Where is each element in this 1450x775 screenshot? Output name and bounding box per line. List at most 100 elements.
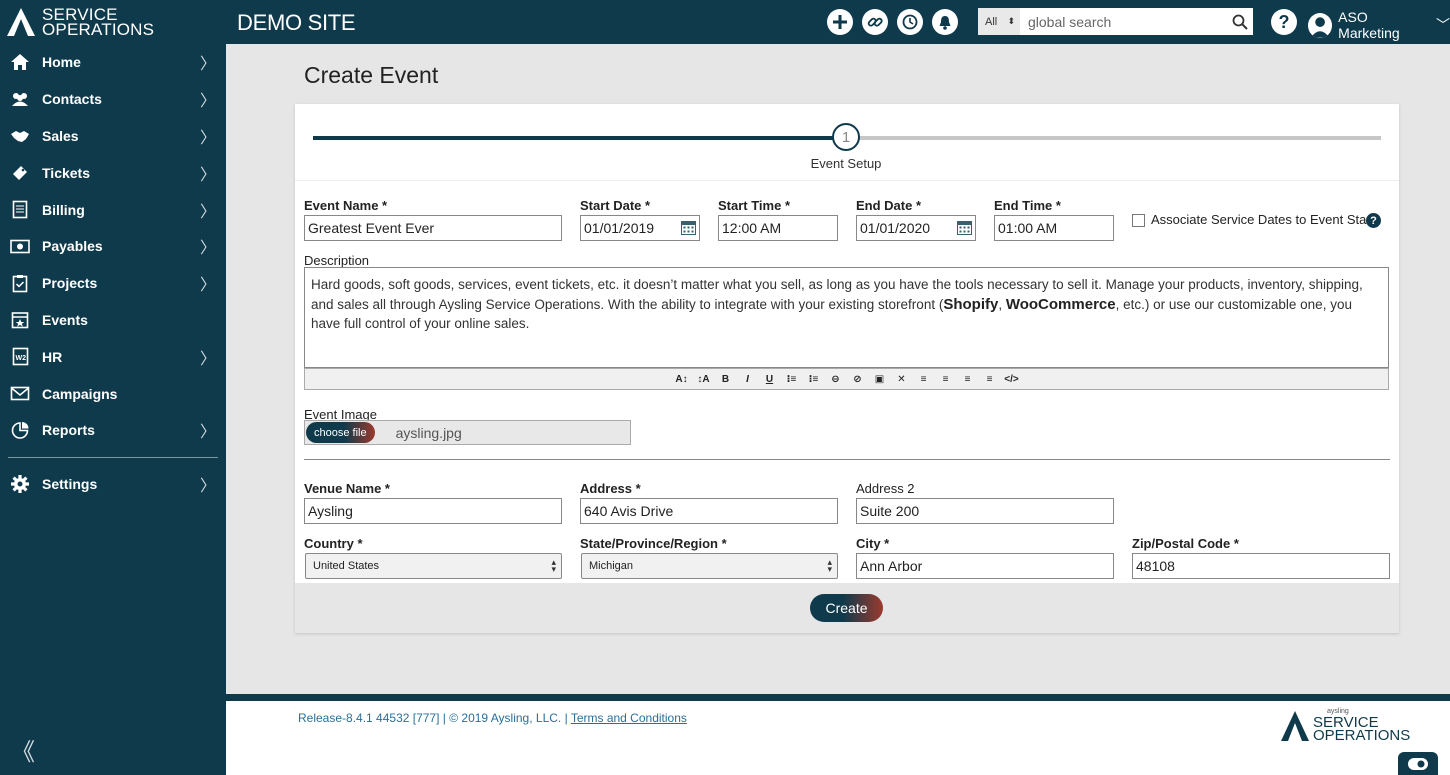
select-arrows-icon: ⬍ (1007, 16, 1015, 26)
image-icon[interactable]: ▣ (869, 374, 891, 385)
align-justify-icon[interactable]: ≡ (979, 374, 1001, 385)
description-brand: WooCommerce (1005, 295, 1116, 313)
end-time-label: End Time * (994, 198, 1061, 213)
release-info: Release-8.4.1 44532 [777] | © 2019 Aysli… (298, 711, 687, 725)
gear-icon (10, 474, 30, 494)
sidebar-item-label: Home (42, 54, 81, 71)
terms-link[interactable]: Terms and Conditions (571, 711, 687, 725)
payables-icon (10, 236, 30, 256)
font-size-decrease-icon[interactable]: ↕A (693, 374, 715, 385)
w2-icon: W2 (10, 347, 30, 367)
description-brand: Shopify (943, 295, 999, 313)
city-input[interactable]: Ann Arbor (856, 553, 1114, 579)
step-progress-complete (313, 136, 835, 140)
sidebar-item-settings[interactable]: Settings 〉 (0, 466, 226, 503)
search-icon[interactable] (1227, 9, 1253, 35)
unordered-list-icon[interactable]: ⁝≡ (781, 374, 803, 385)
italic-icon[interactable]: I (737, 374, 759, 385)
start-time-input[interactable]: 12:00 AM (718, 215, 838, 241)
chevron-right-icon: 〉 (199, 240, 216, 258)
font-size-increase-icon[interactable]: A↕ (671, 374, 693, 385)
bell-icon[interactable] (932, 9, 958, 35)
start-date-input[interactable]: 01/01/2019 (580, 215, 700, 241)
footer-logo-line2: OPERATIONS (1313, 727, 1411, 744)
ordered-list-icon[interactable]: ⁝≡ (803, 374, 825, 385)
state-value: Michigan (589, 560, 634, 572)
address2-input[interactable]: Suite 200 (856, 498, 1114, 524)
sidebar-item-contacts[interactable]: Contacts 〉 (0, 81, 226, 118)
event-name-label: Event Name * (304, 198, 388, 213)
description-separator: , (998, 296, 1006, 312)
user-menu[interactable]: ASO Marketing ﹀ (1308, 9, 1450, 41)
chevron-right-icon: 〉 (199, 93, 216, 111)
end-date-label: End Date * (856, 198, 922, 213)
sidebar-item-tickets[interactable]: Tickets 〉 (0, 154, 226, 191)
help-icon[interactable]: ? (1366, 213, 1381, 228)
link-icon[interactable]: ⊖ (825, 374, 847, 385)
sidebar-item-reports[interactable]: Reports 〉 (0, 412, 226, 449)
description-textarea[interactable]: Hard goods, soft goods, services, event … (304, 267, 1389, 368)
sidebar-item-events[interactable]: Events (0, 302, 226, 339)
country-select[interactable]: United States ▴ ▾ (305, 553, 562, 579)
end-time-input[interactable]: 01:00 AM (994, 215, 1114, 241)
create-button[interactable]: Create (810, 594, 883, 622)
associate-dates-checkbox[interactable] (1132, 214, 1145, 227)
handshake-icon (10, 126, 30, 146)
sidebar-item-label: HR (42, 348, 63, 365)
link-icon[interactable] (862, 9, 888, 35)
clear-format-icon[interactable]: ✕ (891, 374, 913, 385)
brand-logo[interactable]: SERVICE OPERATIONS (0, 0, 226, 44)
address2-label: Address 2 (856, 481, 915, 496)
sidebar-item-label: Tickets (42, 164, 90, 181)
state-select[interactable]: Michigan ▴ ▾ (581, 553, 838, 579)
venue-name-label: Venue Name * (304, 481, 390, 496)
step-progress-remaining (859, 136, 1381, 140)
align-left-icon[interactable]: ≡ (913, 374, 935, 385)
venue-name-input[interactable]: Aysling (304, 498, 562, 524)
sidebar-item-label: Settings (42, 476, 98, 493)
footer-logo: aysling SERVICE OPERATIONS (1280, 708, 1411, 744)
sidebar-item-payables[interactable]: Payables 〉 (0, 228, 226, 265)
add-icon[interactable] (827, 9, 853, 35)
chevron-right-icon: 〉 (199, 277, 216, 295)
billing-icon (10, 200, 30, 220)
align-right-icon[interactable]: ≡ (957, 374, 979, 385)
country-label: Country * (304, 536, 363, 551)
sidebar-item-sales[interactable]: Sales 〉 (0, 118, 226, 155)
global-search: All ⬍ (978, 8, 1253, 35)
align-center-icon[interactable]: ≡ (935, 374, 957, 385)
chevron-right-icon: 〉 (199, 478, 216, 496)
svg-text:W2: W2 (15, 355, 26, 362)
envelope-icon (10, 384, 30, 404)
history-icon[interactable] (897, 9, 923, 35)
step-indicator[interactable]: 1 (832, 123, 860, 151)
sidebar-item-campaigns[interactable]: Campaigns (0, 375, 226, 412)
sidebar-item-label: Payables (42, 238, 103, 255)
rich-text-toolbar: A↕ ↕A B I U ⁝≡ ⁝≡ ⊖ ⊘ ▣ ✕ ≡ ≡ ≡ ≡ </> (304, 368, 1389, 390)
bold-icon[interactable]: B (715, 374, 737, 385)
aysling-logo-icon (7, 8, 35, 36)
help-icon[interactable]: ? (1271, 9, 1297, 35)
chevron-right-icon: 〉 (199, 424, 216, 442)
sidebar-item-home[interactable]: Home 〉 (0, 44, 226, 81)
zip-input[interactable]: 48108 (1132, 553, 1390, 579)
choose-file-button[interactable]: choose file (306, 422, 375, 443)
underline-icon[interactable]: U (759, 374, 781, 385)
associate-dates-label[interactable]: Associate Service Dates to Event Start (1151, 212, 1374, 227)
chat-toggle-icon[interactable] (1398, 752, 1438, 775)
home-icon (10, 52, 30, 72)
event-name-input[interactable]: Greatest Event Ever (304, 215, 562, 241)
search-scope-select[interactable]: All ⬍ (978, 8, 1020, 35)
calendar-icon[interactable] (957, 220, 972, 235)
event-image-file-input[interactable]: choose file aysling.jpg (304, 420, 631, 445)
calendar-icon[interactable] (681, 220, 696, 235)
end-date-input[interactable]: 01/01/2020 (856, 215, 976, 241)
code-view-icon[interactable]: </> (1001, 374, 1023, 385)
sidebar-item-projects[interactable]: Projects 〉 (0, 265, 226, 302)
sidebar-item-hr[interactable]: W2 HR 〉 (0, 338, 226, 375)
sidebar-item-billing[interactable]: Billing 〉 (0, 191, 226, 228)
collapse-sidebar-icon[interactable]: 《 (11, 732, 35, 767)
address-input[interactable]: 640 Avis Drive (580, 498, 838, 524)
search-input[interactable] (1020, 9, 1227, 34)
unlink-icon[interactable]: ⊘ (847, 374, 869, 385)
